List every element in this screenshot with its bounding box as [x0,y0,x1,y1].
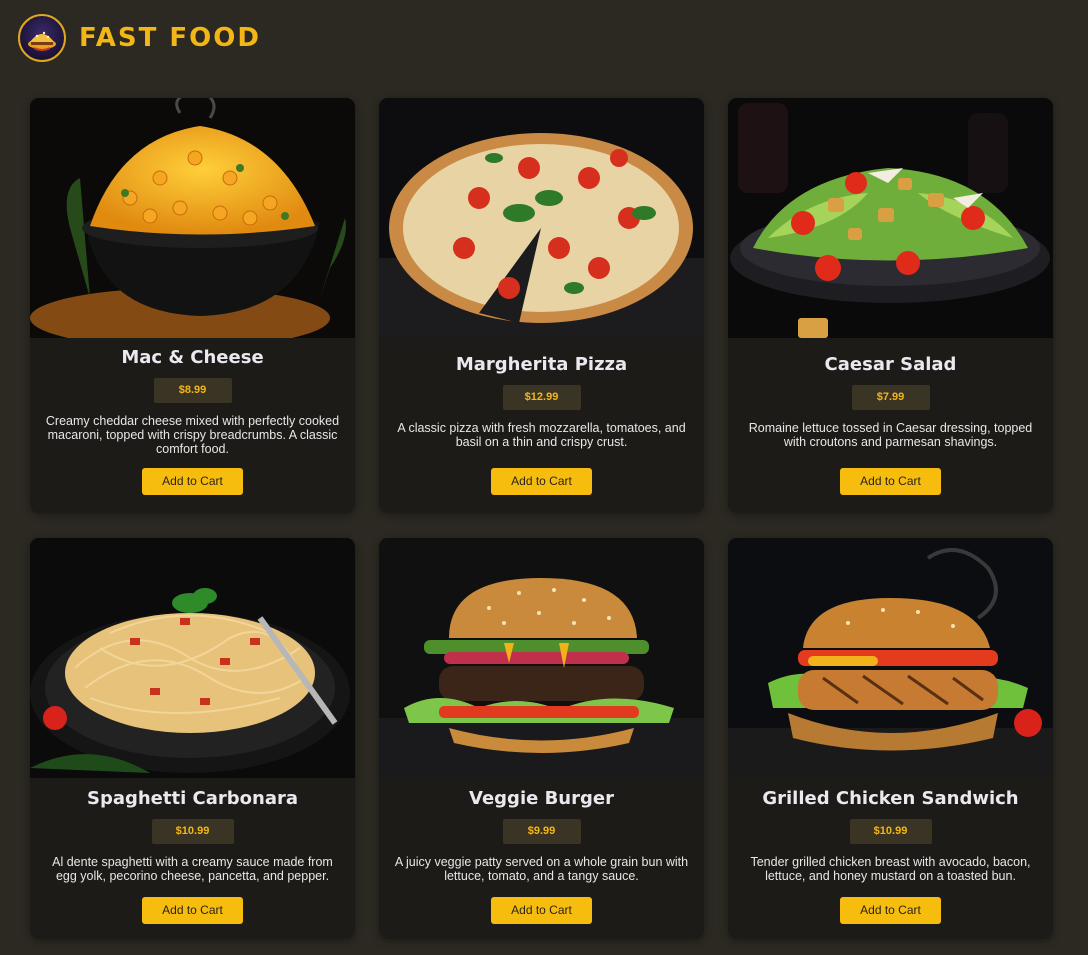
price-badge: $8.99 [153,378,232,403]
caesar-salad-image [728,98,1053,338]
add-to-cart-button[interactable]: Add to Cart [840,468,941,495]
price-badge: $12.99 [502,385,581,410]
item-description: A classic pizza with fresh mozzarella, t… [397,421,686,449]
menu-card: Mac & Cheese $8.99 Creamy cheddar cheese… [30,98,355,513]
brand-title[interactable]: FAST FOOD [79,23,261,53]
add-to-cart-button[interactable]: Add to Cart [491,897,592,924]
item-description: Romaine lettuce tossed in Caesar dressin… [748,421,1033,449]
item-description: A juicy veggie patty served on a whole g… [394,855,689,883]
add-to-cart-button[interactable]: Add to Cart [142,897,243,924]
item-title: Grilled Chicken Sandwich [762,788,1019,809]
menu-card: Margherita Pizza $12.99 A classic pizza … [379,98,704,513]
price-badge: $10.99 [849,819,932,844]
site-header: FAST FOOD [18,14,261,62]
item-description: Al dente spaghetti with a creamy sauce m… [52,855,333,883]
item-description: Tender grilled chicken breast with avoca… [750,855,1031,883]
menu-card: Caesar Salad $7.99 Romaine lettuce tosse… [728,98,1053,513]
add-to-cart-button[interactable]: Add to Cart [491,468,592,495]
spaghetti-carbonara-image [30,538,355,778]
margherita-pizza-image [379,98,704,338]
item-title: Spaghetti Carbonara [86,788,299,809]
price-badge: $9.99 [502,819,581,844]
menu-card: Grilled Chicken Sandwich $10.99 Tender g… [728,538,1053,939]
item-description: Creamy cheddar cheese mixed with perfect… [45,414,340,456]
veggie-burger-image [379,538,704,778]
add-to-cart-button[interactable]: Add to Cart [840,897,941,924]
item-title: Caesar Salad [824,354,957,375]
price-badge: $10.99 [151,819,234,844]
grilled-chicken-sandwich-image [728,538,1053,778]
menu-card: Veggie Burger $9.99 A juicy veggie patty… [379,538,704,939]
item-title: Veggie Burger [469,788,614,809]
mac-and-cheese-image [30,98,355,338]
food-logo-icon[interactable] [18,14,66,62]
item-title: Mac & Cheese [121,347,264,368]
item-title: Margherita Pizza [455,354,628,375]
price-badge: $7.99 [851,385,930,410]
add-to-cart-button[interactable]: Add to Cart [142,468,243,495]
menu-card: Spaghetti Carbonara $10.99 Al dente spag… [30,538,355,939]
